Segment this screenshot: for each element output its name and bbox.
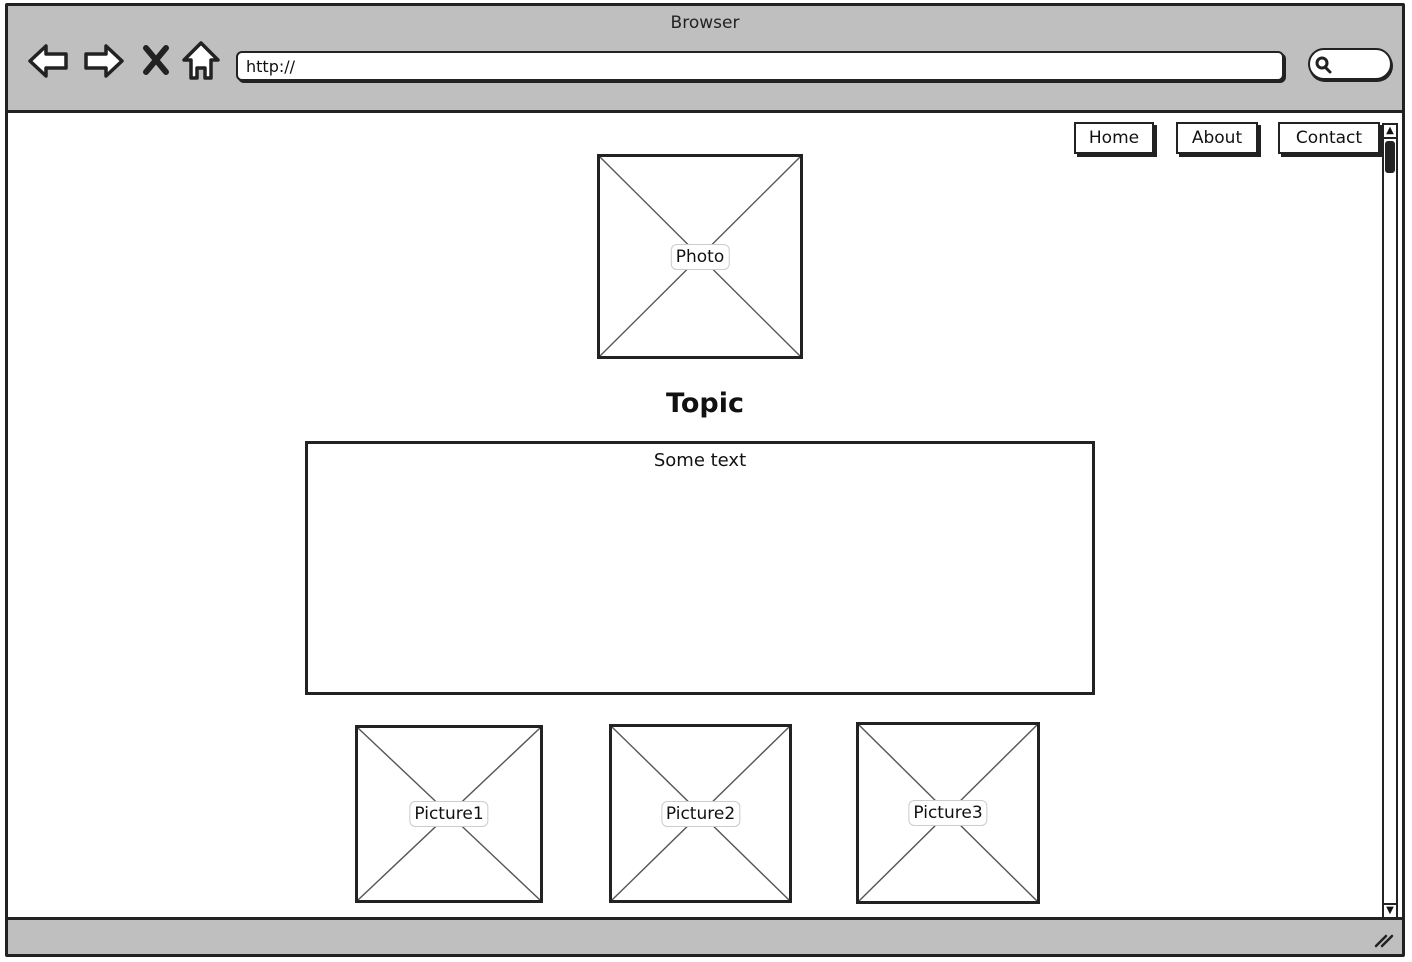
page-title: Topic (666, 388, 744, 419)
back-arrow-icon[interactable] (26, 38, 72, 84)
close-icon[interactable] (136, 38, 176, 84)
forward-arrow-icon[interactable] (80, 38, 126, 84)
browser-window: Browser http:// Home About Contact Photo… (5, 3, 1405, 957)
search-input[interactable] (1308, 48, 1392, 80)
window-title: Browser (670, 13, 740, 33)
picture1-placeholder: Picture1 (355, 725, 543, 903)
home-icon[interactable] (178, 38, 224, 84)
nav-contact-button[interactable]: Contact (1278, 122, 1380, 154)
picture2-label: Picture2 (660, 800, 741, 827)
page-content: Home About Contact Photo Topic Some text… (8, 113, 1402, 920)
status-bar (8, 917, 1402, 954)
picture2-placeholder: Picture2 (609, 724, 792, 903)
picture3-label: Picture3 (908, 800, 988, 826)
photo-placeholder: Photo (597, 154, 803, 359)
resize-grip-icon[interactable] (1374, 932, 1394, 948)
browser-toolbar: Browser http:// (8, 6, 1402, 113)
text-area: Some text (305, 441, 1095, 695)
vertical-scrollbar[interactable]: ▲ ▼ (1382, 123, 1398, 919)
scroll-down-icon[interactable]: ▼ (1384, 903, 1396, 917)
photo-label: Photo (670, 243, 730, 270)
scroll-up-icon[interactable]: ▲ (1384, 125, 1396, 139)
picture3-placeholder: Picture3 (856, 722, 1040, 904)
picture1-label: Picture1 (409, 801, 489, 827)
nav-about-button[interactable]: About (1176, 122, 1258, 154)
url-input[interactable]: http:// (236, 51, 1284, 81)
nav-home-button[interactable]: Home (1074, 122, 1154, 154)
scroll-thumb[interactable] (1385, 141, 1395, 173)
body-text: Some text (653, 450, 747, 471)
